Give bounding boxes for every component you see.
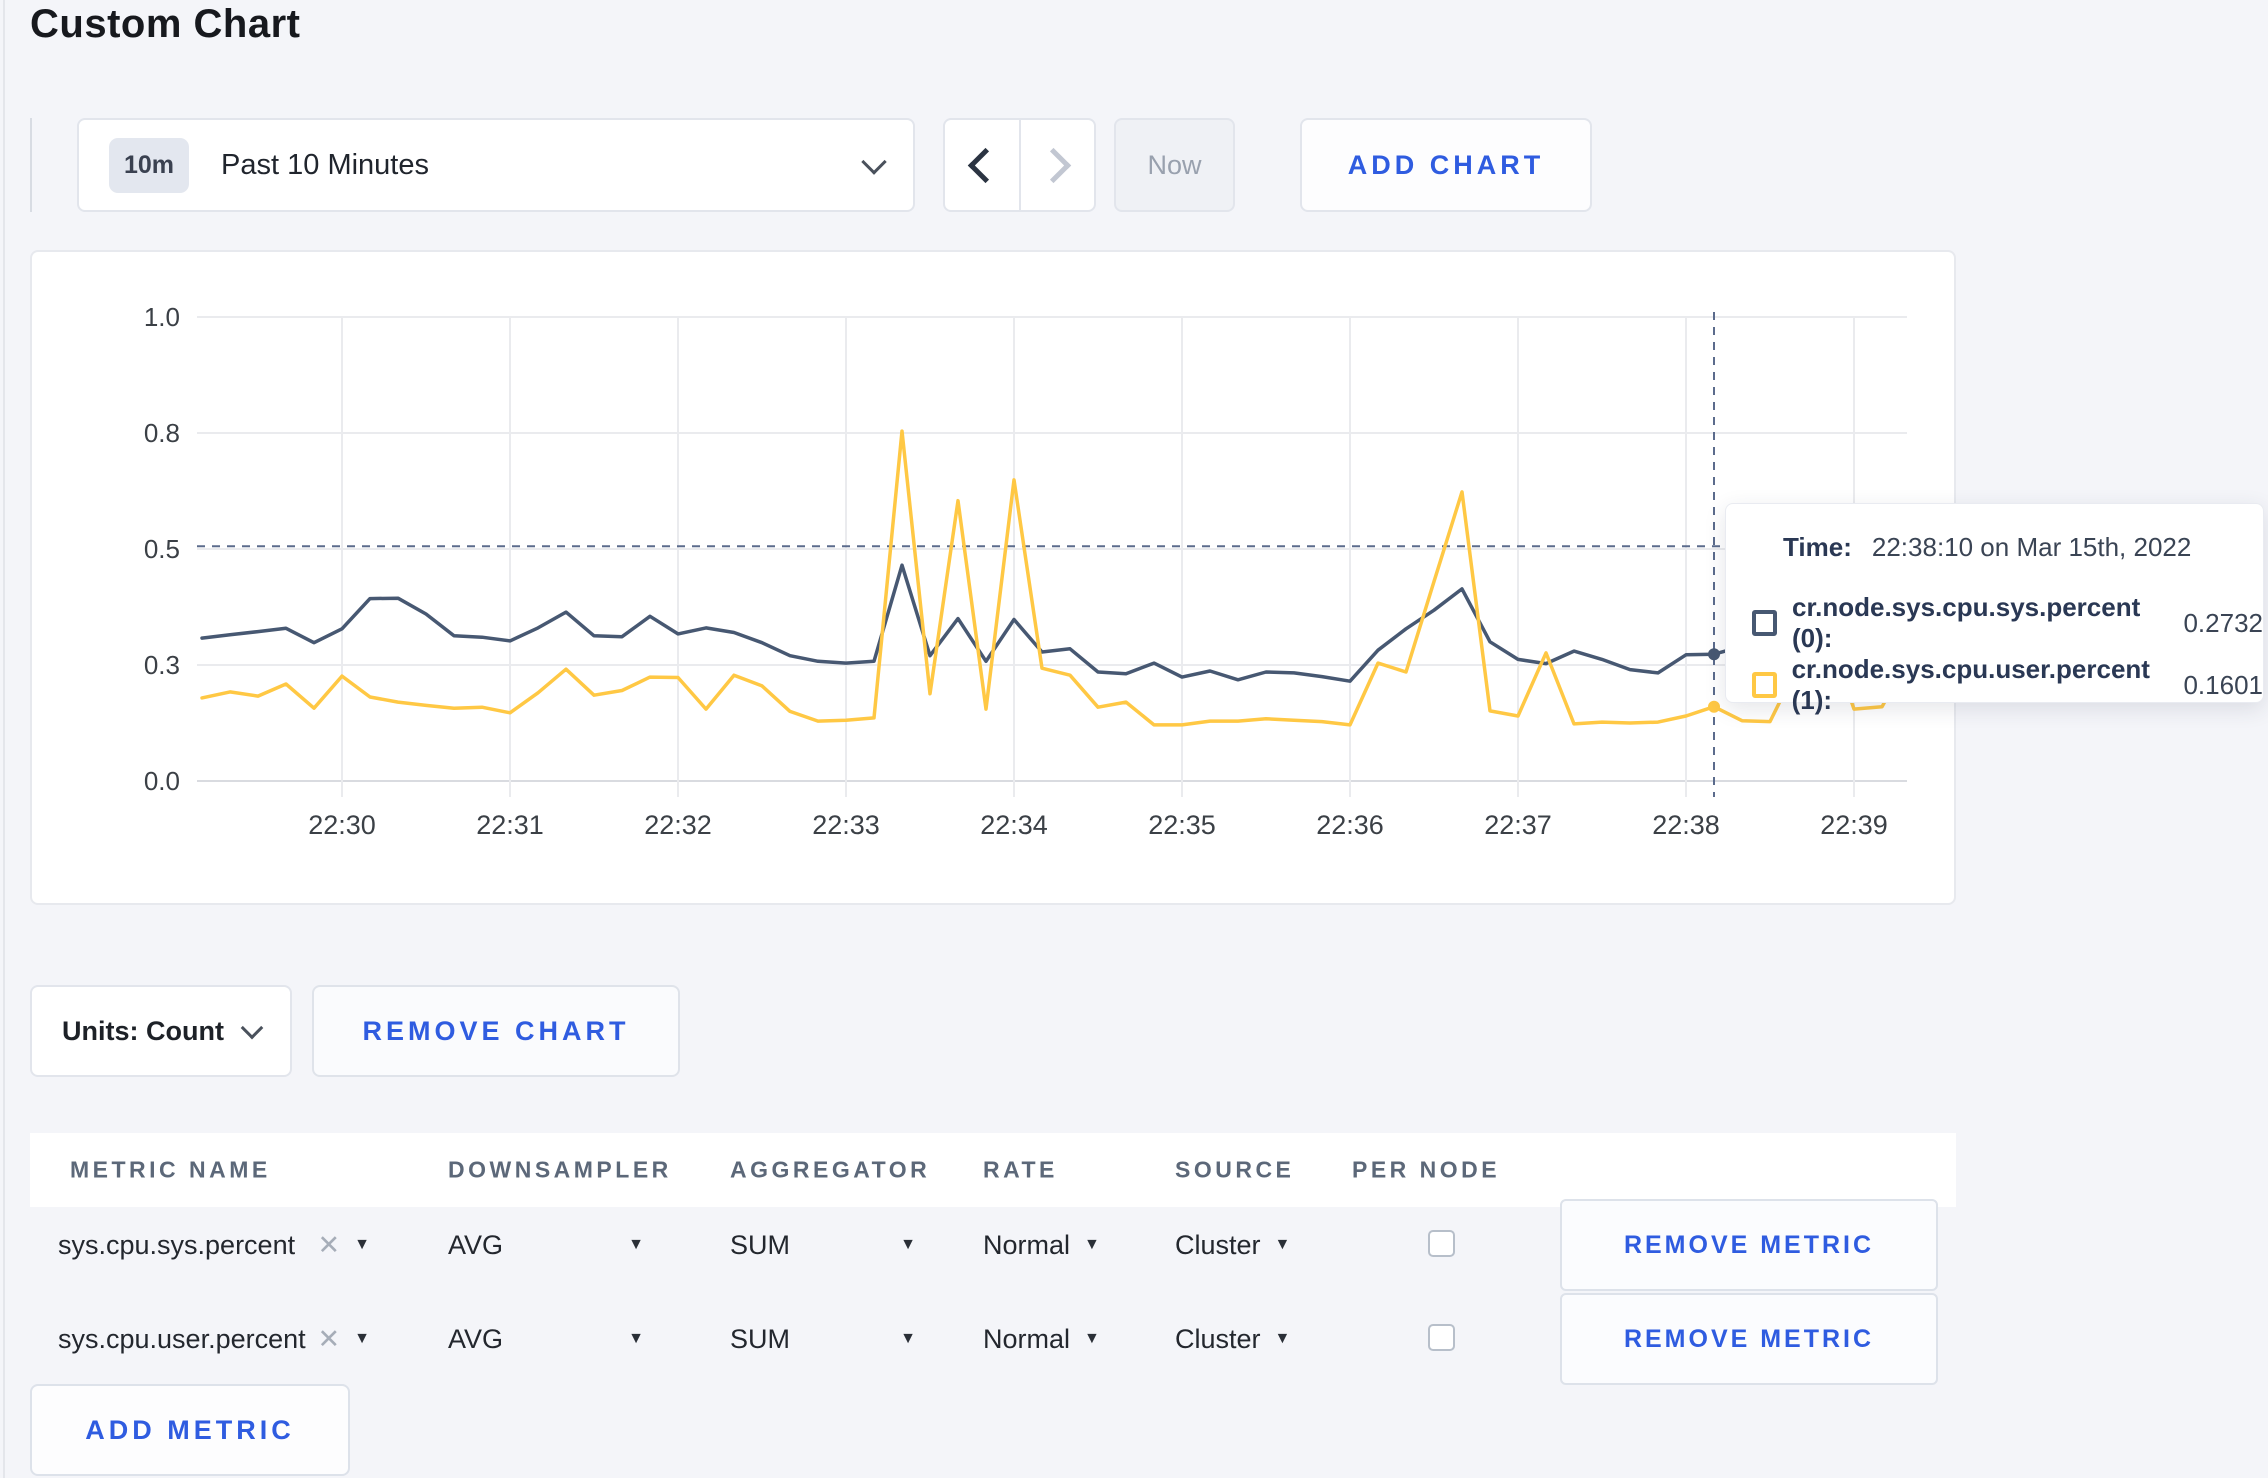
chart-card: 0.0 0.3 0.5 0.8 1.0 22:30 22:31 22:32 22:33 22:34…	[30, 250, 1956, 905]
chevron-down-icon	[240, 1016, 264, 1040]
rate-dropdown-value: Normal	[983, 1323, 1071, 1354]
svg-text:1.0: 1.0	[144, 302, 180, 332]
svg-text:0.8: 0.8	[144, 418, 180, 448]
cpu-percent-chart[interactable]: 0.0 0.3 0.5 0.8 1.0 22:30 22:31 22:32 22:33 22:34…	[32, 252, 1954, 903]
rate-dropdown-value: Normal	[983, 1229, 1071, 1260]
next-time-button[interactable]	[1021, 120, 1095, 210]
svg-text:22:39: 22:39	[1820, 810, 1888, 840]
chevron-left-icon	[968, 147, 1004, 183]
svg-text:22:37: 22:37	[1484, 810, 1552, 840]
svg-text:22:38: 22:38	[1652, 810, 1720, 840]
chart-tooltip: Time: 22:38:10 on Mar 15th, 2022 cr.node.…	[1725, 503, 2264, 715]
remove-chart-button[interactable]: REMOVE CHART	[312, 985, 680, 1077]
units-select[interactable]: Units: Count	[30, 985, 292, 1077]
per-node-checkbox[interactable]	[1428, 1230, 1455, 1257]
svg-text:22:35: 22:35	[1148, 810, 1216, 840]
chevron-right-icon	[1035, 147, 1071, 183]
svg-text:0.5: 0.5	[144, 534, 180, 564]
source-dropdown-value: Cluster	[1175, 1323, 1261, 1354]
time-range-select[interactable]: 10m Past 10 Minutes	[77, 118, 915, 212]
tooltip-series-row: cr.node.sys.cpu.sys.percent (0): 0.2732	[1752, 592, 2263, 654]
downsampler-dropdown[interactable]: AVG ▼	[448, 1199, 644, 1291]
tooltip-series-name: cr.node.sys.cpu.sys.percent (0):	[1791, 592, 2141, 653]
aggregator-dropdown-value: SUM	[730, 1323, 790, 1354]
col-downsampler: DOWNSAMPLER	[448, 1156, 672, 1183]
dropdown-caret-icon: ▼	[354, 1236, 370, 1253]
clear-metric-icon[interactable]: ✕	[318, 1230, 341, 1261]
source-dropdown-value: Cluster	[1175, 1229, 1261, 1260]
metrics-table-header: METRIC NAME DOWNSAMPLER AGGREGATOR RATE …	[30, 1133, 1956, 1207]
user-series-swatch-icon	[1752, 672, 1777, 698]
metric-name-dropdown[interactable]: sys.cpu.user.percent ✕ ▼	[58, 1293, 370, 1385]
dropdown-caret-icon: ▼	[1274, 1236, 1291, 1253]
tooltip-series-value: 0.2732	[2183, 607, 2263, 638]
svg-text:22:34: 22:34	[980, 810, 1048, 840]
tooltip-time: Time: 22:38:10 on Mar 15th, 2022	[1783, 532, 2191, 563]
col-metric-name: METRIC NAME	[70, 1156, 271, 1183]
svg-text:0.0: 0.0	[144, 766, 180, 796]
remove-metric-button[interactable]: REMOVE METRIC	[1560, 1293, 1938, 1385]
chevron-down-icon	[861, 149, 887, 175]
dropdown-caret-icon: ▼	[1084, 1330, 1100, 1347]
dropdown-caret-icon: ▼	[354, 1330, 370, 1347]
downsampler-dropdown-value: AVG	[448, 1323, 504, 1354]
aggregator-dropdown-value: SUM	[730, 1229, 790, 1260]
metric-row: sys.cpu.sys.percent ✕ ▼ AVG ▼ SUM ▼ Normal ▼ Clus…	[30, 1199, 1956, 1291]
tooltip-series-name: cr.node.sys.cpu.user.percent (1):	[1791, 654, 2150, 715]
content-left-border	[3, 0, 5, 1478]
units-label: Units: Count	[62, 1015, 224, 1046]
metric-row: sys.cpu.user.percent ✕ ▼ AVG ▼ SUM ▼ Normal ▼ Clu…	[30, 1293, 1956, 1385]
svg-text:22:36: 22:36	[1316, 810, 1384, 840]
metric-name-dropdown-value: sys.cpu.sys.percent	[58, 1229, 296, 1260]
remove-metric-button[interactable]: REMOVE METRIC	[1560, 1199, 1938, 1291]
aggregator-dropdown[interactable]: SUM ▼	[730, 1293, 916, 1385]
col-per-node: PER NODE	[1352, 1156, 1501, 1183]
source-dropdown[interactable]: Cluster ▼	[1175, 1199, 1290, 1291]
downsampler-dropdown-value: AVG	[448, 1229, 504, 1260]
svg-text:22:33: 22:33	[812, 810, 880, 840]
tooltip-series-value: 0.1601	[2183, 669, 2263, 700]
svg-text:22:32: 22:32	[644, 810, 712, 840]
metric-name-dropdown-value: sys.cpu.user.percent	[58, 1323, 306, 1354]
now-button[interactable]: Now	[1114, 118, 1235, 212]
time-range-label: Past 10 Minutes	[221, 148, 429, 181]
col-rate: RATE	[983, 1156, 1058, 1183]
dropdown-caret-icon: ▼	[900, 1330, 916, 1347]
dropdown-caret-icon: ▼	[628, 1236, 644, 1253]
source-dropdown[interactable]: Cluster ▼	[1175, 1293, 1290, 1385]
sys-series-swatch-icon	[1752, 610, 1777, 636]
aggregator-dropdown[interactable]: SUM ▼	[730, 1199, 916, 1291]
col-aggregator: AGGREGATOR	[730, 1156, 931, 1183]
toolbar-divider	[30, 118, 32, 212]
downsampler-dropdown[interactable]: AVG ▼	[448, 1293, 644, 1385]
page-title: Custom Chart	[30, 2, 301, 46]
tooltip-time-value: 22:38:10 on Mar 15th, 2022	[1871, 532, 2192, 562]
add-metric-button[interactable]: ADD METRIC	[30, 1384, 350, 1476]
dropdown-caret-icon: ▼	[900, 1236, 916, 1253]
time-nav-group	[943, 118, 1096, 212]
per-node-checkbox[interactable]	[1428, 1324, 1455, 1351]
rate-dropdown[interactable]: Normal ▼	[983, 1293, 1100, 1385]
dropdown-caret-icon: ▼	[1274, 1330, 1291, 1347]
tooltip-series-row: cr.node.sys.cpu.user.percent (1): 0.1601	[1752, 654, 2263, 716]
add-chart-button[interactable]: ADD CHART	[1300, 118, 1592, 212]
time-range-badge: 10m	[109, 137, 190, 193]
svg-text:22:31: 22:31	[476, 810, 544, 840]
metric-name-dropdown[interactable]: sys.cpu.sys.percent ✕ ▼	[58, 1199, 370, 1291]
dropdown-caret-icon: ▼	[1084, 1236, 1100, 1253]
col-source: SOURCE	[1175, 1156, 1295, 1183]
dropdown-caret-icon: ▼	[628, 1330, 644, 1347]
svg-text:22:30: 22:30	[308, 810, 376, 840]
svg-text:0.3: 0.3	[144, 650, 180, 680]
rate-dropdown[interactable]: Normal ▼	[983, 1199, 1100, 1291]
tooltip-time-label: Time:	[1783, 532, 1852, 562]
clear-metric-icon[interactable]: ✕	[318, 1324, 341, 1355]
prev-time-button[interactable]	[945, 120, 1021, 210]
